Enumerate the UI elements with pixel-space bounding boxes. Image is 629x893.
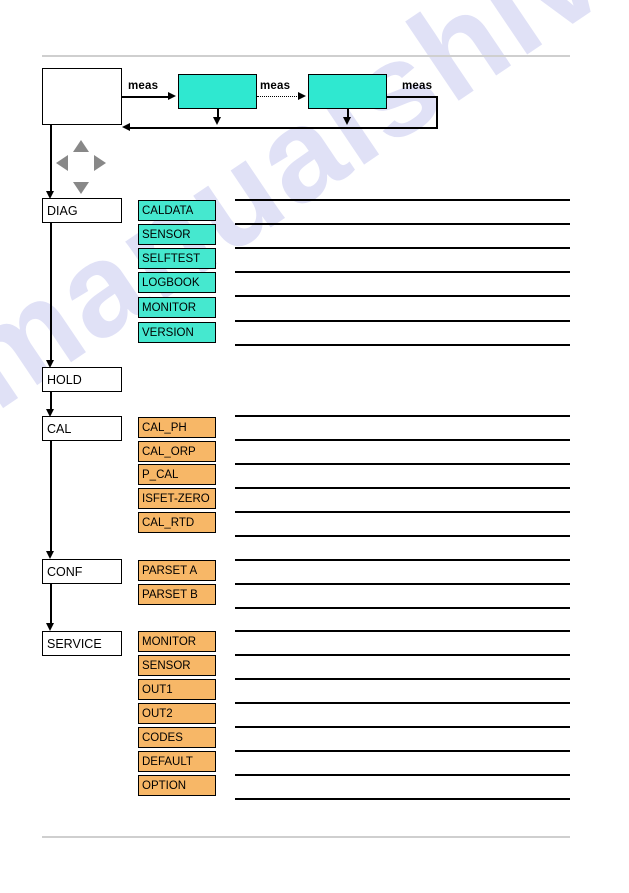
note-line bbox=[235, 320, 570, 322]
flow-arrow-1-head bbox=[168, 92, 176, 100]
display-mode-box-2[interactable] bbox=[308, 74, 387, 109]
note-line bbox=[235, 798, 570, 800]
submenu-item-out1[interactable]: OUT1 bbox=[138, 679, 216, 700]
display-mode-box-1[interactable] bbox=[178, 74, 257, 109]
spine-line-to-conf bbox=[50, 441, 52, 552]
flow-return-top-line bbox=[387, 96, 438, 98]
flow-return-head bbox=[122, 123, 130, 131]
submenu-item-monitor[interactable]: MONITOR bbox=[138, 297, 216, 318]
bottom-divider bbox=[42, 836, 570, 838]
submenu-item-p-cal[interactable]: P_CAL bbox=[138, 464, 216, 485]
arrow-up-icon[interactable] bbox=[73, 140, 89, 152]
submenu-item-default[interactable]: DEFAULT bbox=[138, 751, 216, 772]
note-line bbox=[235, 223, 570, 225]
note-line bbox=[235, 511, 570, 513]
note-line bbox=[235, 750, 570, 752]
note-line bbox=[235, 654, 570, 656]
submenu-item-parset-b[interactable]: PARSET B bbox=[138, 584, 216, 605]
note-line bbox=[235, 199, 570, 201]
spine-arrow-to-service bbox=[46, 623, 54, 631]
note-line bbox=[235, 702, 570, 704]
menu-item-hold[interactable]: HOLD bbox=[42, 367, 122, 392]
note-line bbox=[235, 726, 570, 728]
note-line bbox=[235, 271, 570, 273]
meas-label-2: meas bbox=[260, 80, 291, 92]
menu-item-conf[interactable]: CONF bbox=[42, 559, 122, 584]
note-line bbox=[235, 487, 570, 489]
diagram-page: manualshive.com meas meas meas DIAG HOLD… bbox=[0, 0, 629, 893]
submenu-item-caldata[interactable]: CALDATA bbox=[138, 200, 216, 221]
submenu-item-logbook[interactable]: LOGBOOK bbox=[138, 272, 216, 293]
note-line bbox=[235, 678, 570, 680]
meas-label-3: meas bbox=[402, 80, 433, 92]
arrow-down-icon[interactable] bbox=[73, 182, 89, 194]
submenu-item-out2[interactable]: OUT2 bbox=[138, 703, 216, 724]
submenu-item-option[interactable]: OPTION bbox=[138, 775, 216, 796]
flow-return-right-line bbox=[436, 96, 438, 128]
menu-item-cal[interactable]: CAL bbox=[42, 416, 122, 441]
navigation-pad[interactable] bbox=[56, 140, 106, 194]
spine-line-to-diag bbox=[50, 125, 52, 193]
note-line bbox=[235, 559, 570, 561]
top-divider bbox=[42, 55, 570, 57]
note-line bbox=[235, 439, 570, 441]
menu-item-diag[interactable]: DIAG bbox=[42, 198, 122, 223]
submenu-item-parset-a[interactable]: PARSET A bbox=[138, 560, 216, 581]
flow-arrow-1-line bbox=[122, 96, 170, 98]
flow-arrow-2-line bbox=[257, 96, 299, 97]
spine-line-to-service bbox=[50, 584, 52, 625]
note-line bbox=[235, 630, 570, 632]
menu-item-service[interactable]: SERVICE bbox=[42, 631, 122, 656]
submenu-item-isfet-zero[interactable]: ISFET-ZERO bbox=[138, 488, 216, 509]
submenu-item-selftest[interactable]: SELFTEST bbox=[138, 248, 216, 269]
submenu-item-cal-orp[interactable]: CAL_ORP bbox=[138, 441, 216, 462]
submenu-item-service-sensor[interactable]: SENSOR bbox=[138, 655, 216, 676]
note-line bbox=[235, 607, 570, 609]
note-line bbox=[235, 774, 570, 776]
submenu-item-version[interactable]: VERSION bbox=[138, 322, 216, 343]
submenu-item-codes[interactable]: CODES bbox=[138, 727, 216, 748]
note-line bbox=[235, 247, 570, 249]
flow-tick-2-head bbox=[343, 117, 351, 125]
arrow-right-icon[interactable] bbox=[94, 155, 106, 171]
note-line bbox=[235, 295, 570, 297]
note-line bbox=[235, 535, 570, 537]
submenu-item-cal-rtd[interactable]: CAL_RTD bbox=[138, 512, 216, 533]
note-line bbox=[235, 583, 570, 585]
arrow-left-icon[interactable] bbox=[56, 155, 68, 171]
spine-arrow-to-conf bbox=[46, 551, 54, 559]
note-line bbox=[235, 344, 570, 346]
submenu-item-cal-ph[interactable]: CAL_PH bbox=[138, 417, 216, 438]
submenu-item-sensor[interactable]: SENSOR bbox=[138, 224, 216, 245]
note-line bbox=[235, 463, 570, 465]
submenu-item-service-monitor[interactable]: MONITOR bbox=[138, 631, 216, 652]
spine-line-to-hold bbox=[50, 223, 52, 362]
flow-return-bottom-line bbox=[130, 127, 438, 129]
meas-label-1: meas bbox=[128, 80, 159, 92]
flow-arrow-2-head bbox=[298, 92, 306, 100]
measuring-mode-box[interactable] bbox=[42, 68, 122, 125]
flow-tick-1-head bbox=[213, 117, 221, 125]
note-line bbox=[235, 415, 570, 417]
